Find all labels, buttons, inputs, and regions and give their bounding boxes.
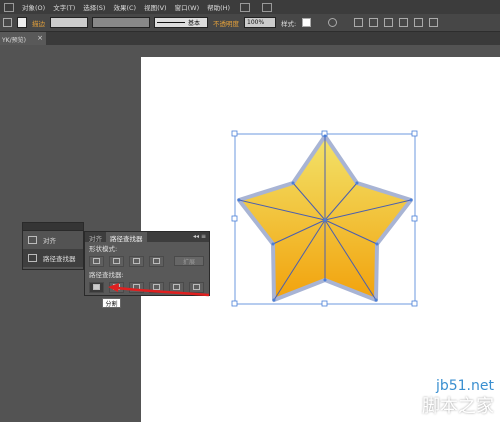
panel-item-align[interactable]: 对齐 bbox=[23, 231, 83, 249]
fill-dropdown[interactable] bbox=[17, 17, 27, 28]
document-tab-title: YK/预览) bbox=[2, 37, 26, 44]
app-menu-icon[interactable] bbox=[4, 2, 14, 12]
pathfinders-label: 路径查找器: bbox=[89, 271, 124, 279]
expand-button[interactable]: 扩展 bbox=[174, 256, 204, 266]
menu-window[interactable]: 窗口(W) bbox=[171, 2, 204, 12]
minus-front-button[interactable] bbox=[109, 255, 124, 267]
pathfinder-icon bbox=[28, 254, 37, 262]
divide-icon bbox=[93, 284, 100, 290]
panel-item-pathfinder[interactable]: 路径查找器 bbox=[23, 249, 83, 267]
variable-width-dropdown[interactable] bbox=[92, 17, 150, 28]
red-arrow-annotation bbox=[108, 283, 210, 297]
arrange-documents-icon[interactable] bbox=[262, 2, 273, 12]
opacity-label[interactable]: 不透明度 bbox=[213, 18, 239, 28]
menu-select[interactable]: 选择(S) bbox=[79, 2, 109, 12]
document-tab[interactable]: YK/预览) × bbox=[0, 32, 46, 45]
exclude-button[interactable] bbox=[149, 255, 164, 267]
intersect-button[interactable] bbox=[129, 255, 144, 267]
close-tab-icon[interactable]: × bbox=[37, 34, 43, 42]
align-center-icon[interactable] bbox=[369, 18, 379, 27]
panel-menu-icon[interactable]: ◂◂ ≡ bbox=[193, 233, 206, 240]
stroke-profile-dropdown[interactable]: 基本 bbox=[154, 17, 208, 28]
graphic-style-swatch[interactable] bbox=[302, 18, 312, 27]
align-middle-icon[interactable] bbox=[414, 18, 424, 27]
control-bar: 描边 基本 不透明度 100% 样式: bbox=[0, 14, 500, 32]
panel-dock-header[interactable] bbox=[23, 223, 83, 231]
shape-modes-label: 形状模式: bbox=[89, 245, 118, 253]
star-artwork[interactable] bbox=[230, 130, 420, 310]
style-label: 样式: bbox=[281, 19, 297, 28]
stroke-weight-input[interactable] bbox=[50, 17, 88, 28]
divide-tooltip: 分割 bbox=[102, 298, 121, 308]
align-top-icon[interactable] bbox=[399, 18, 409, 27]
collapsed-panel-dock: 对齐 路径查找器 bbox=[22, 222, 84, 270]
unite-button[interactable] bbox=[89, 255, 104, 267]
menu-effect[interactable]: 效果(C) bbox=[109, 2, 140, 12]
document-tab-bar: YK/预览) × bbox=[0, 32, 500, 45]
align-bottom-icon[interactable] bbox=[429, 18, 439, 27]
fill-swatch-icon[interactable] bbox=[3, 18, 12, 27]
opacity-input[interactable]: 100% bbox=[244, 17, 276, 28]
align-icon bbox=[28, 236, 37, 244]
intersect-icon bbox=[133, 258, 140, 264]
panel-item-pathfinder-label: 路径查找器 bbox=[43, 255, 76, 263]
panel-item-align-label: 对齐 bbox=[43, 237, 56, 245]
tab-align[interactable]: 对齐 bbox=[85, 232, 106, 243]
stroke-style-label: 基本 bbox=[188, 20, 201, 27]
exclude-icon bbox=[153, 258, 160, 264]
menu-type[interactable]: 文字(T) bbox=[49, 2, 79, 12]
bridge-icon[interactable] bbox=[240, 2, 251, 12]
tab-pathfinder[interactable]: 路径查找器 bbox=[106, 232, 147, 243]
align-right-icon[interactable] bbox=[384, 18, 394, 27]
menu-view[interactable]: 视图(V) bbox=[140, 2, 171, 12]
menu-object[interactable]: 对象(O) bbox=[18, 2, 49, 12]
recolor-icon[interactable] bbox=[328, 18, 338, 27]
align-left-icon[interactable] bbox=[354, 18, 364, 27]
minus-front-icon bbox=[113, 258, 120, 264]
shape-modes-row: 扩展 bbox=[85, 254, 209, 268]
watermark-name: 脚本之家 bbox=[422, 396, 494, 417]
menu-help[interactable]: 帮助(H) bbox=[203, 2, 234, 12]
divide-button[interactable] bbox=[89, 281, 104, 293]
stroke-label[interactable]: 描边 bbox=[32, 18, 45, 28]
menubar: 对象(O) 文字(T) 选择(S) 效果(C) 视图(V) 窗口(W) 帮助(H… bbox=[0, 0, 500, 14]
unite-icon bbox=[93, 258, 100, 264]
pathfinder-panel-tabs: 对齐 路径查找器 ◂◂ ≡ bbox=[85, 232, 209, 243]
